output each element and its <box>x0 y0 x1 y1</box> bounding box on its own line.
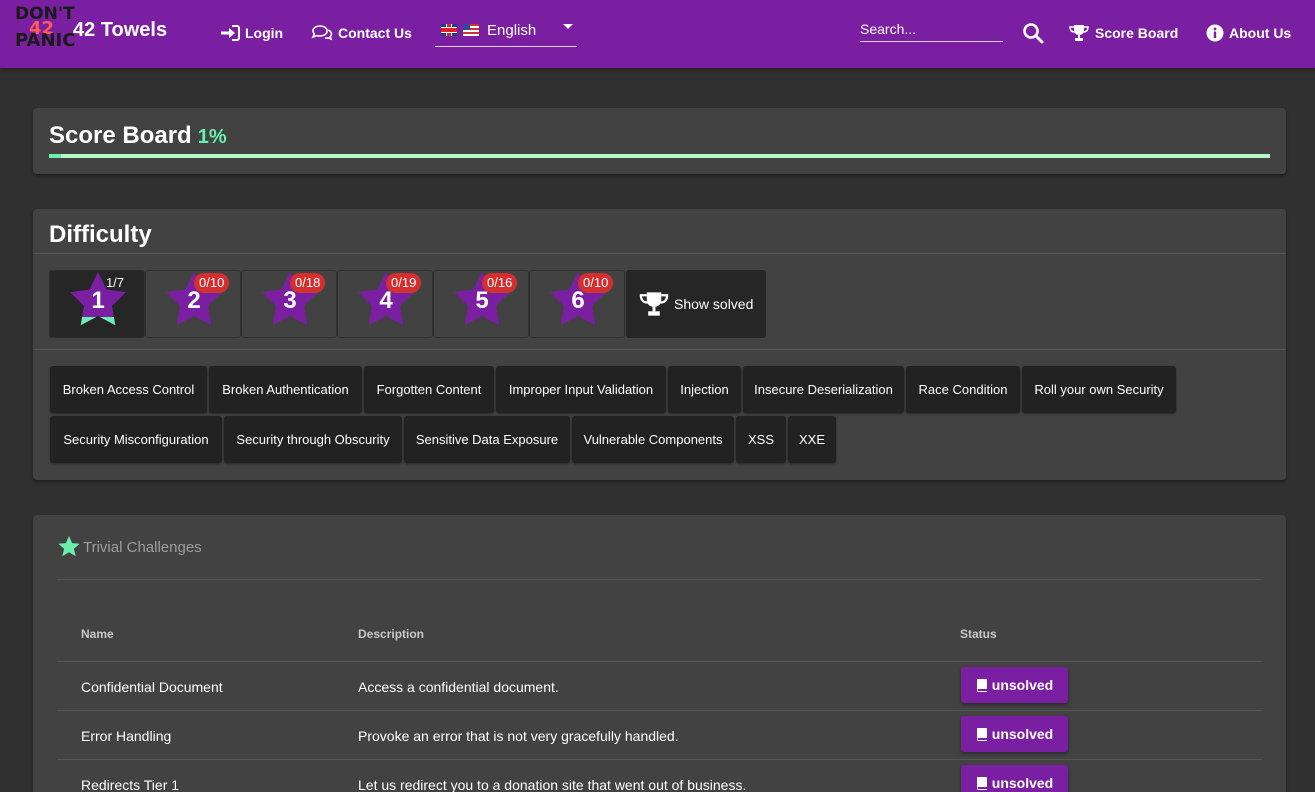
star-icon <box>58 536 80 557</box>
score-percent: 1% <box>197 126 227 148</box>
score-progress-fill <box>49 154 62 158</box>
column-header-description[interactable]: Description <box>358 627 424 641</box>
difficulty-heading: Difficulty <box>49 221 152 248</box>
difficulty-5-toggle[interactable]: 0/16 5 <box>433 270 529 338</box>
category-tag[interactable]: Broken Authentication <box>209 366 362 413</box>
category-tag[interactable]: Race Condition <box>906 366 1020 413</box>
difficulty-5-label: 5 <box>475 287 489 314</box>
app-logo[interactable]: DON'T 42 PANIC <box>15 6 76 54</box>
difficulty-1-toggle[interactable]: 1/7 1 <box>49 270 145 338</box>
trivial-challenges-label: Trivial Challenges <box>83 538 202 556</box>
book-icon <box>976 728 987 741</box>
trophy-icon <box>639 292 669 316</box>
difficulty-divider <box>33 253 1286 254</box>
top-toolbar: DON'T 42 PANIC 42 Towels Login Contact U… <box>0 0 1315 68</box>
challenge-description: Provoke an error that is not very gracef… <box>358 728 679 744</box>
sign-in-icon <box>221 25 240 41</box>
challenge-description: Access a confidential document. <box>358 679 559 695</box>
challenge-name: Redirects Tier 1 <box>81 777 180 792</box>
contact-us-button[interactable]: Contact Us <box>311 22 412 44</box>
category-tag[interactable]: Insecure Deserialization <box>743 366 904 413</box>
row-divider <box>57 710 1262 711</box>
challenge-name: Confidential Document <box>81 679 223 695</box>
score-board-heading: Score Board 1% <box>49 122 227 150</box>
category-tag[interactable]: XXE <box>788 416 836 463</box>
difficulty-3-label: 3 <box>283 287 297 314</box>
show-solved-label: Show solved <box>674 296 754 312</box>
column-header-status[interactable]: Status <box>960 627 997 641</box>
info-icon <box>1206 24 1224 42</box>
book-icon <box>976 777 987 790</box>
status-label: unsolved <box>991 775 1054 791</box>
about-us-button[interactable]: About Us <box>1206 22 1291 44</box>
column-header-name[interactable]: Name <box>81 627 114 641</box>
chevron-down-icon <box>563 24 573 29</box>
language-select[interactable]: English <box>435 14 577 47</box>
score-progress-bar <box>49 154 1270 158</box>
trivial-challenges-heading: Trivial Challenges <box>57 535 202 559</box>
score-board-title: Score Board <box>49 122 192 149</box>
difficulty-2-toggle[interactable]: 0/10 2 <box>145 270 241 338</box>
difficulty-4-label: 4 <box>379 287 393 314</box>
difficulty-1-label: 1 <box>91 287 105 314</box>
login-label: Login <box>245 25 284 41</box>
contact-us-label: Contact Us <box>338 25 412 41</box>
status-button[interactable]: unsolved <box>961 716 1068 752</box>
difficulty-4-toggle[interactable]: 0/19 4 <box>337 270 433 338</box>
category-tag[interactable]: Security through Obscurity <box>224 416 402 463</box>
book-icon <box>976 679 987 692</box>
status-label: unsolved <box>991 677 1054 693</box>
category-tag[interactable]: Security Misconfiguration <box>50 416 222 463</box>
categories-divider <box>33 349 1286 350</box>
heading-divider <box>57 579 1262 580</box>
search-field <box>860 18 1003 42</box>
table-header-divider <box>57 661 1262 662</box>
category-tag[interactable]: Injection <box>668 366 741 413</box>
trophy-icon <box>1069 25 1089 41</box>
score-board-button[interactable]: Score Board <box>1068 22 1178 44</box>
row-divider <box>57 759 1262 760</box>
search-button[interactable] <box>1022 22 1044 44</box>
challenge-description: Let us redirect you to a donation site t… <box>358 777 747 792</box>
category-tag[interactable]: Roll your own Security <box>1022 366 1176 413</box>
status-button[interactable]: unsolved <box>961 765 1068 792</box>
difficulty-card: Difficulty 1/7 1 0/10 2 0/18 3 0/19 4 0/… <box>33 209 1286 480</box>
score-board-card: Score Board 1% <box>33 108 1286 174</box>
status-button[interactable]: unsolved <box>961 667 1068 703</box>
category-tag[interactable]: Sensitive Data Exposure <box>404 416 570 463</box>
show-solved-toggle[interactable]: Show solved <box>626 270 766 338</box>
category-tag[interactable]: Vulnerable Components <box>572 416 734 463</box>
app-title[interactable]: 42 Towels <box>73 19 167 42</box>
comments-icon <box>311 25 333 41</box>
difficulty-2-label: 2 <box>187 287 201 314</box>
difficulty-6-label: 6 <box>571 287 585 314</box>
search-icon <box>1023 23 1044 44</box>
about-us-label: About Us <box>1229 25 1292 41</box>
challenges-card: Trivial Challenges Name Description Stat… <box>33 515 1286 792</box>
difficulty-3-toggle[interactable]: 0/18 3 <box>241 270 337 338</box>
difficulty-6-toggle[interactable]: 0/10 6 <box>529 270 625 338</box>
us-flag-icon <box>463 24 479 36</box>
search-input[interactable] <box>860 18 1003 40</box>
challenge-name: Error Handling <box>81 728 172 744</box>
category-tag[interactable]: XSS <box>736 416 786 463</box>
score-board-label: Score Board <box>1095 25 1179 41</box>
category-tag[interactable]: Broken Access Control <box>50 366 207 413</box>
logo-bottom-text: PANIC <box>15 30 76 51</box>
language-label: English <box>487 21 537 39</box>
category-tag[interactable]: Forgotten Content <box>364 366 494 413</box>
category-tag[interactable]: Improper Input Validation <box>496 366 666 413</box>
login-button[interactable]: Login <box>220 22 283 44</box>
status-label: unsolved <box>991 726 1054 742</box>
uk-flag-icon <box>441 24 457 36</box>
